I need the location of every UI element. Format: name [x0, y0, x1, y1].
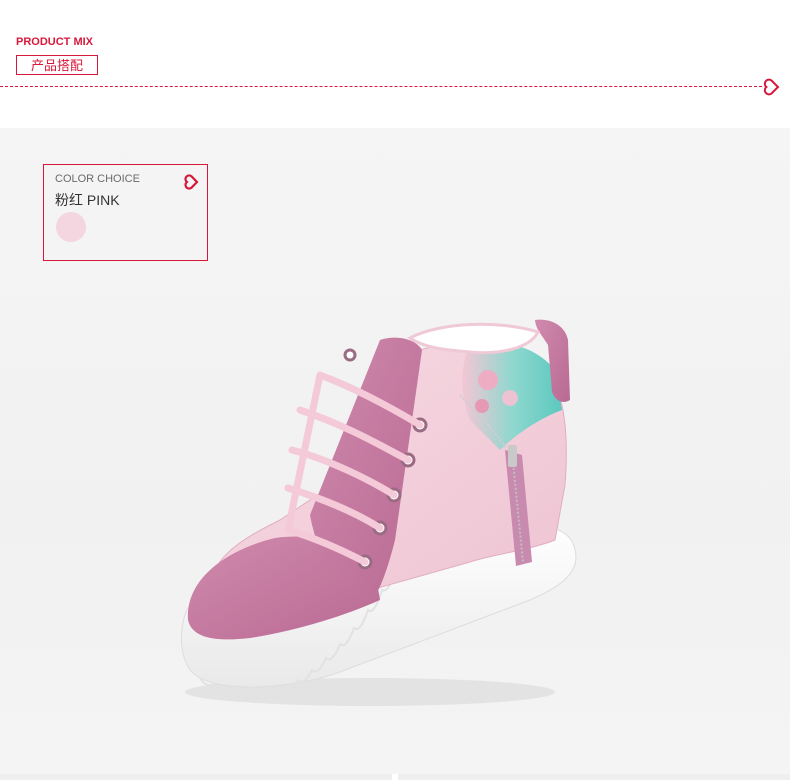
thumbnail-divider	[0, 774, 392, 780]
color-choice-label: COLOR CHOICE	[55, 173, 140, 185]
header: PRODUCT MIX 产品搭配	[0, 0, 790, 128]
bottom-strip	[0, 774, 790, 780]
thumbnail-divider	[398, 774, 790, 780]
section-title: PRODUCT MIX	[16, 36, 93, 48]
heart-icon	[763, 78, 780, 96]
color-name: 粉红 PINK	[55, 192, 120, 208]
color-swatch[interactable]	[56, 212, 86, 242]
heart-icon	[184, 174, 199, 190]
product-image	[181, 319, 577, 706]
section-subtitle: 产品搭配	[16, 55, 98, 75]
color-choice-card: COLOR CHOICE 粉红 PINK	[43, 164, 208, 261]
dashed-divider	[0, 86, 762, 87]
